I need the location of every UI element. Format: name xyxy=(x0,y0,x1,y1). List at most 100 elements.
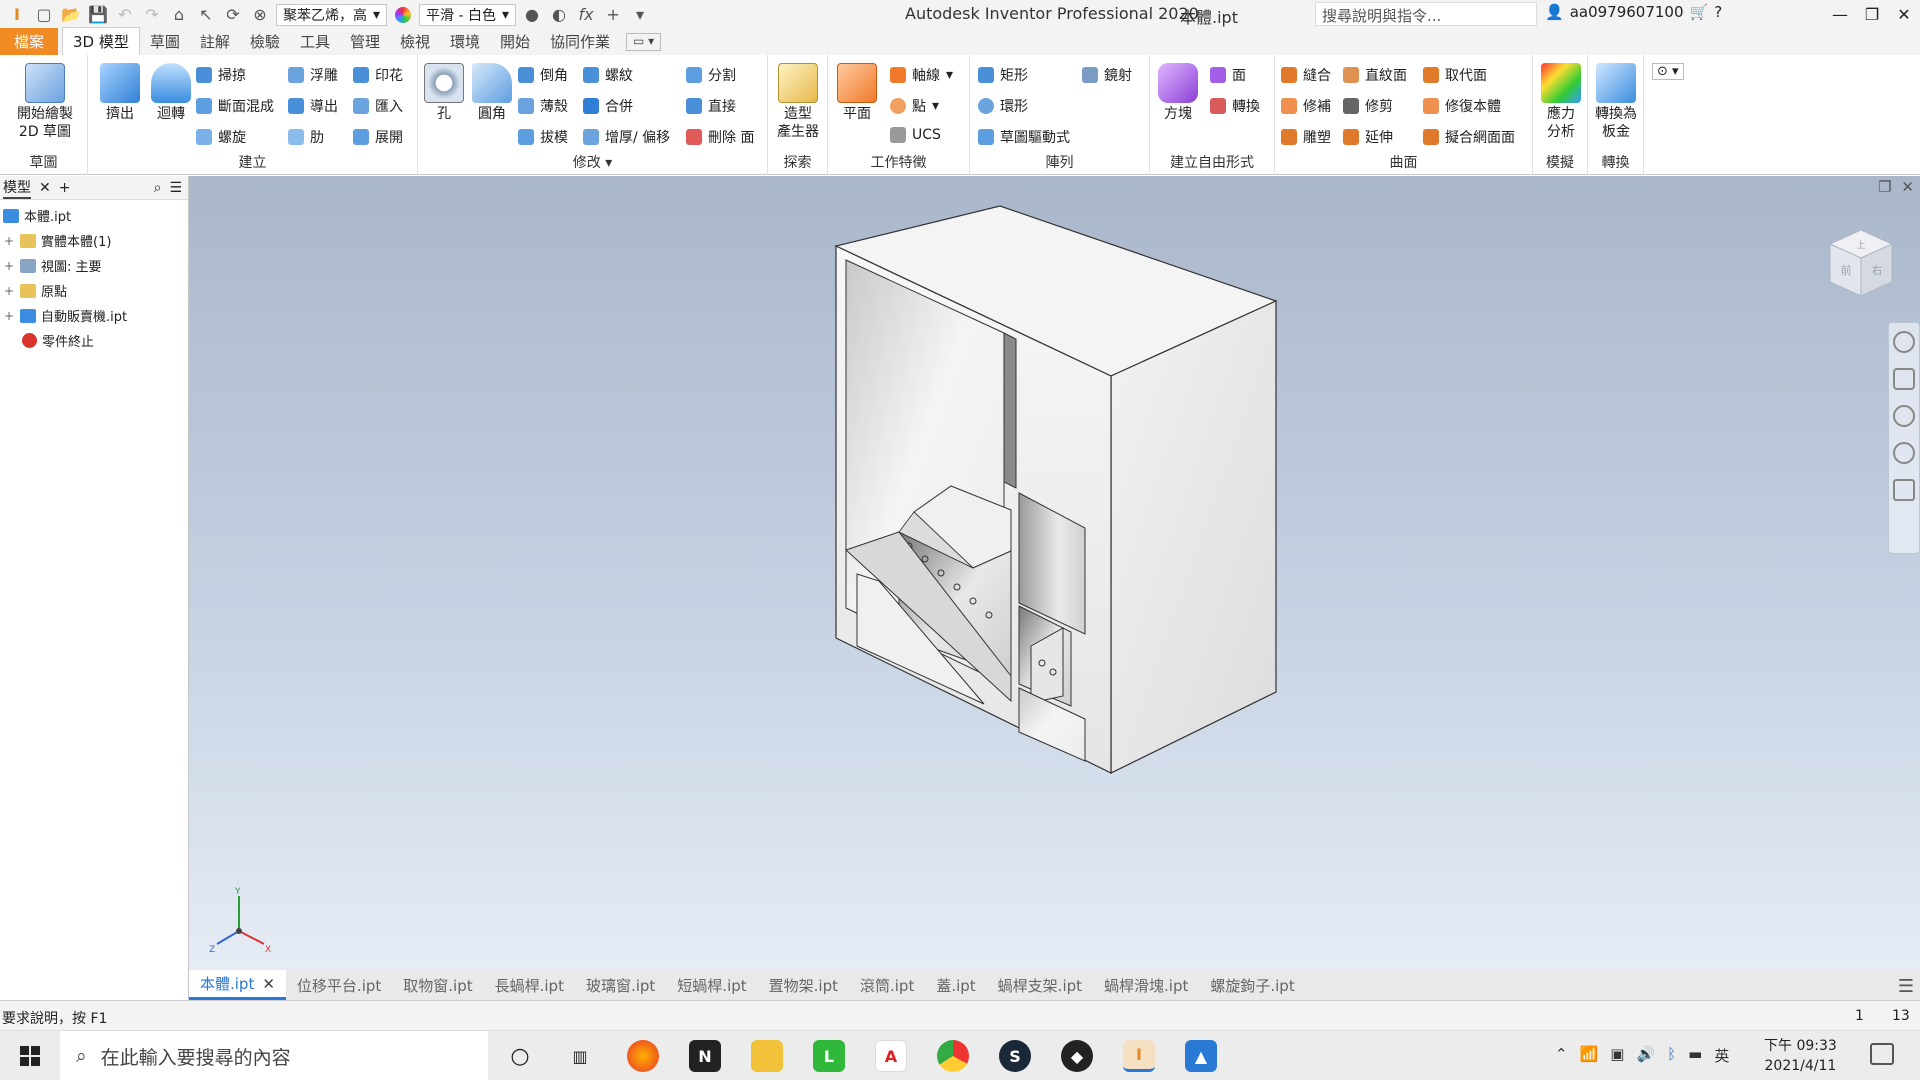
tab-environments[interactable]: 環境 xyxy=(440,28,490,55)
ruled-button[interactable]: 直紋面 xyxy=(1343,65,1407,85)
tab-file[interactable]: 檔案 xyxy=(0,28,59,55)
line-icon[interactable]: L xyxy=(813,1040,845,1072)
tree-node-end-of-part[interactable]: 零件終止 xyxy=(22,331,94,350)
steam-icon[interactable]: S xyxy=(999,1040,1031,1072)
save-icon[interactable]: 💾 xyxy=(87,5,109,25)
thread-button[interactable]: 螺紋 xyxy=(583,65,633,85)
bluetooth-icon[interactable]: ᛒ xyxy=(1667,1045,1676,1066)
home-icon[interactable]: ⌂ xyxy=(168,5,190,25)
tab-3d-model[interactable]: 3D 模型 xyxy=(62,27,140,55)
fit-mesh-button[interactable]: 擬合網面面 xyxy=(1423,127,1515,147)
task-view-icon[interactable]: ▥ xyxy=(564,1040,596,1072)
doc-tab[interactable]: 位移平台.ipt xyxy=(286,970,392,1000)
doc-tab[interactable]: 蝸桿支架.ipt xyxy=(987,970,1093,1000)
restore-icon[interactable]: ❐ xyxy=(1856,0,1888,28)
doc-tab[interactable]: 蝸桿滑塊.ipt xyxy=(1093,970,1199,1000)
minimize-icon[interactable]: — xyxy=(1824,0,1856,28)
tree-node-part[interactable]: 本體.ipt xyxy=(3,206,71,225)
help-search-input[interactable]: 搜尋說明與指令... xyxy=(1315,2,1537,26)
adjust-appearance-icon[interactable]: ● xyxy=(521,5,543,25)
draft-button[interactable]: 拔模 xyxy=(518,127,568,147)
doc-tab[interactable]: 滾筒.ipt xyxy=(849,970,925,1000)
split-button[interactable]: 分割 xyxy=(686,65,736,85)
appearance-ball-icon[interactable] xyxy=(392,5,414,25)
select-icon[interactable]: ↖ xyxy=(195,5,217,25)
add-tab-icon[interactable]: + xyxy=(59,180,71,196)
ucs-button[interactable]: UCS xyxy=(890,127,941,143)
expand-icon[interactable]: + xyxy=(3,309,15,323)
help-icon[interactable]: ? xyxy=(1714,3,1722,21)
plane-button[interactable]: 平面 xyxy=(834,63,880,123)
tab-inspect[interactable]: 檢驗 xyxy=(240,28,290,55)
loft-button[interactable]: 斷面混成 xyxy=(196,96,274,116)
unity-icon[interactable]: ◆ xyxy=(1061,1040,1093,1072)
open-file-icon[interactable]: 📂 xyxy=(60,5,82,25)
inventor-taskbar-icon[interactable]: I xyxy=(1123,1040,1155,1072)
fx-parameters-icon[interactable]: fx xyxy=(575,5,597,25)
repair-body-button[interactable]: 修復本體 xyxy=(1423,96,1501,116)
decal-button[interactable]: 印花 xyxy=(353,65,403,85)
tree-node-solid-bodies[interactable]: + 實體本體(1) xyxy=(3,231,111,250)
ime-indicator[interactable]: 英 xyxy=(1714,1045,1729,1066)
stitch-button[interactable]: 縫合 xyxy=(1281,65,1331,85)
steering-wheel-icon[interactable] xyxy=(1893,331,1915,353)
derive-button[interactable]: 導出 xyxy=(288,96,338,116)
panel-modify-title[interactable]: 修改 ▾ xyxy=(418,152,767,172)
hole-button[interactable]: 孔 xyxy=(422,63,466,123)
tab-get-started[interactable]: 開始 xyxy=(490,28,540,55)
look-at-icon[interactable] xyxy=(1893,479,1915,501)
ribbon-options-button[interactable]: ⊙ ▾ xyxy=(1652,63,1684,80)
material-picker-icon[interactable]: ⊗ xyxy=(249,5,271,25)
sculpt-button[interactable]: 雕塑 xyxy=(1281,127,1331,147)
model-tab-label[interactable]: 模型 xyxy=(3,177,31,199)
graphics-viewport[interactable]: ❐ ✕ 上 前 右 Y X Z xyxy=(189,176,1920,970)
expand-icon[interactable]: + xyxy=(3,284,15,298)
shape-generator-button[interactable]: 造型 產生器 xyxy=(774,63,822,141)
import-button[interactable]: 匯入 xyxy=(353,96,403,116)
circ-pattern-button[interactable]: 環形 xyxy=(978,96,1028,116)
freeform-convert-button[interactable]: 轉換 xyxy=(1210,96,1260,116)
doc-tab[interactable]: 短蝸桿.ipt xyxy=(666,970,757,1000)
model-3d-view[interactable] xyxy=(189,176,1920,970)
redo-icon[interactable]: ↷ xyxy=(141,5,163,25)
shell-button[interactable]: 薄殼 xyxy=(518,96,568,116)
freeform-box-button[interactable]: 方塊 xyxy=(1154,63,1202,123)
menu-icon[interactable]: ☰ xyxy=(169,180,182,196)
meet-now-icon[interactable]: ▣ xyxy=(1610,1045,1624,1066)
new-file-icon[interactable]: ▢ xyxy=(33,5,55,25)
chevron-up-icon[interactable]: ⌃ xyxy=(1555,1045,1568,1066)
cortana-icon[interactable]: ○ xyxy=(504,1040,536,1072)
volume-icon[interactable]: 🔊 xyxy=(1636,1045,1655,1066)
rib-button[interactable]: 肋 xyxy=(288,127,324,147)
close-icon[interactable]: ✕ xyxy=(39,180,51,196)
patch-button[interactable]: 修補 xyxy=(1281,96,1331,116)
customize-toolbar-icon[interactable]: ▾ xyxy=(629,5,651,25)
orbit-icon[interactable] xyxy=(1893,442,1915,464)
expand-icon[interactable]: + xyxy=(3,234,15,248)
inventor-logo-icon[interactable]: I xyxy=(6,5,28,25)
chamfer-button[interactable]: 倒角 xyxy=(518,65,568,85)
doc-tab[interactable]: 螺旋鉤子.ipt xyxy=(1199,970,1305,1000)
chrome-icon[interactable] xyxy=(937,1040,969,1072)
sweep-button[interactable]: 掃掠 xyxy=(196,65,246,85)
undo-icon[interactable]: ↶ xyxy=(114,5,136,25)
taskbar-search-box[interactable]: ⌕ 在此輸入要搜尋的內容 xyxy=(60,1031,488,1080)
unfold-button[interactable]: 展開 xyxy=(353,127,403,147)
clear-appearance-icon[interactable]: ◐ xyxy=(548,5,570,25)
pan-icon[interactable] xyxy=(1893,368,1915,390)
rect-pattern-button[interactable]: 矩形 xyxy=(978,65,1028,85)
extrude-button[interactable]: 擠出 xyxy=(96,63,144,123)
combine-button[interactable]: 合併 xyxy=(583,96,633,116)
start-2d-sketch-button[interactable]: 開始繪製 2D 草圖 xyxy=(10,63,80,141)
mirror-button[interactable]: 鏡射 xyxy=(1082,65,1132,85)
emboss-button[interactable]: 浮雕 xyxy=(288,65,338,85)
freeform-face-button[interactable]: 面 xyxy=(1210,65,1246,85)
extend-button[interactable]: 延伸 xyxy=(1343,127,1393,147)
update-icon[interactable]: ⟳ xyxy=(222,5,244,25)
fillet-button[interactable]: 圓角 xyxy=(470,63,514,123)
doc-tab[interactable]: 長蝸桿.ipt xyxy=(484,970,575,1000)
photos-icon[interactable]: ▲ xyxy=(1185,1040,1217,1072)
battery-icon[interactable]: ▬ xyxy=(1688,1045,1702,1066)
tab-view[interactable]: 檢視 xyxy=(390,28,440,55)
doc-tab[interactable]: 取物窗.ipt xyxy=(392,970,483,1000)
